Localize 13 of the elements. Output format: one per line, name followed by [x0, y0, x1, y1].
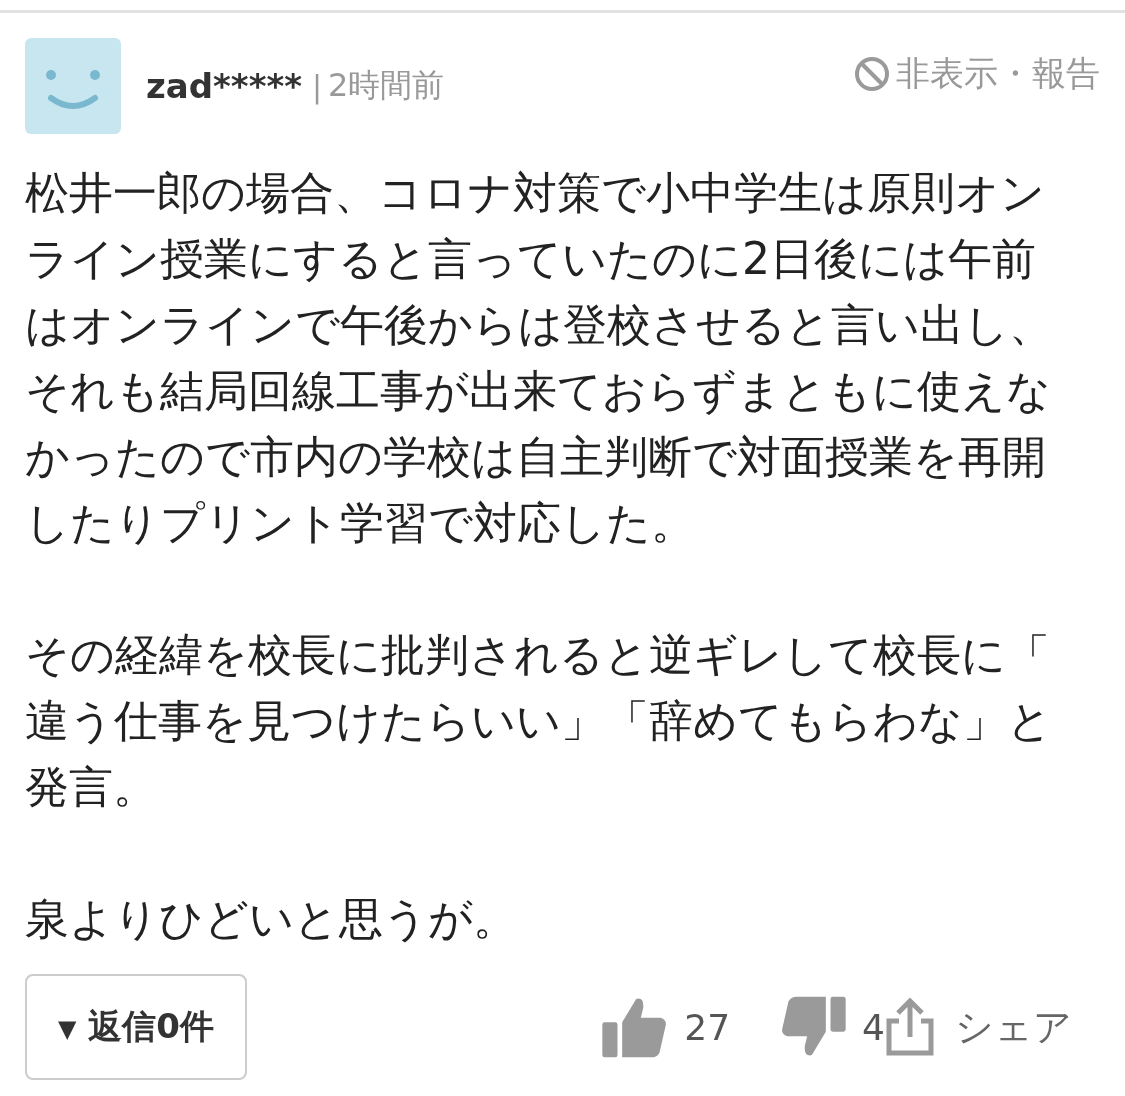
dislike-count: 4	[862, 1006, 885, 1048]
avatar-icon	[25, 38, 121, 134]
username[interactable]: zad*****	[146, 66, 302, 106]
comment-paragraph: その経緯を校長に批判されると逆ギレして校長に「違う仕事を見つけたらいい」「辞めてもらわな」と発言。	[25, 628, 1053, 814]
share-icon[interactable]	[885, 997, 935, 1057]
comment-paragraph: 泉よりひどいと思うが。	[25, 892, 518, 946]
comment-paragraph: 松井一郎の場合、コロナ対策で小中学生は原則オンライン授業にすると言っていたのに2日後には午前はオンラインで午後からは登校させると言い出し、それも結局回線工事が出来ておらずまともに使えなかったので市内の学校は自主判断で対面授業を再開したりプリント学習で対応した。	[25, 166, 1054, 550]
share-label[interactable]: シェア	[955, 1001, 1072, 1053]
timestamp: 2時間前	[328, 65, 445, 106]
separator: |	[312, 68, 323, 104]
like-count: 27	[684, 1006, 731, 1048]
prohibited-icon	[854, 56, 890, 92]
reply-button[interactable]: ▼ 返信0件	[25, 974, 247, 1080]
